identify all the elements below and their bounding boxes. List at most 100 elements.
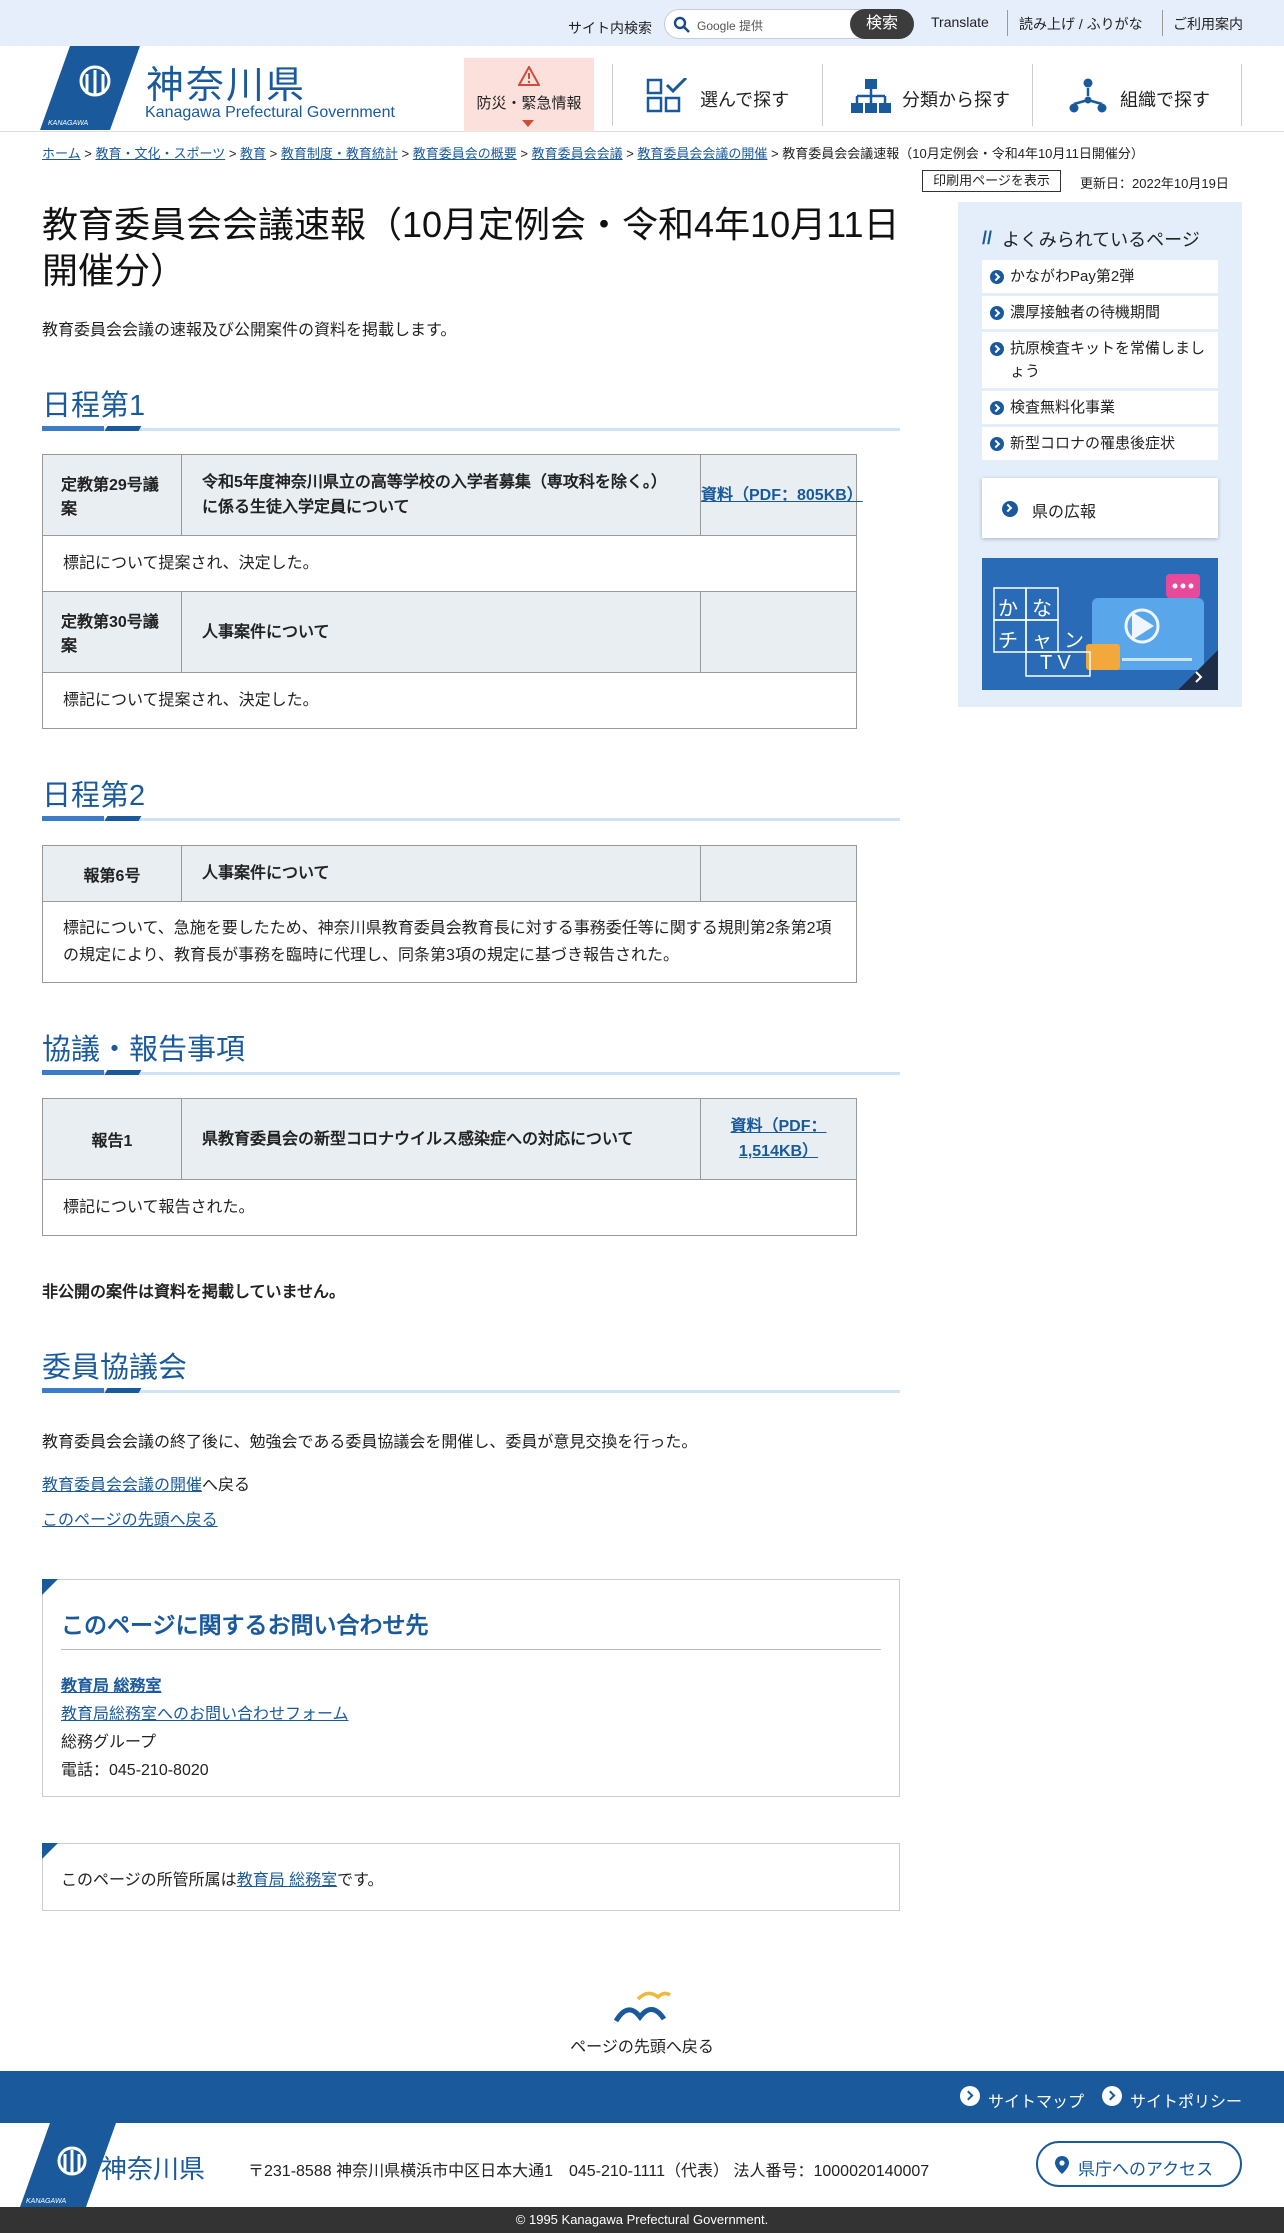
kanagawa-logo-icon[interactable]: KANAGAWA bbox=[40, 46, 140, 130]
sidebar: // よくみられているページ かながわPay第2弾 濃厚接触者の待機期間 抗原検… bbox=[958, 202, 1242, 707]
table-row: 定教第29号議案 令和5年度神奈川県立の高等学校の入学者募集（専攻科を除く。）に… bbox=[42, 454, 863, 536]
back-to-top-button[interactable]: ページの先頭へ戻る bbox=[0, 1985, 1284, 2056]
chevron-right-icon bbox=[1002, 501, 1018, 517]
utility-bar: サイト内検索 Google 提供 検索 Translate 読み上げ / ふりが… bbox=[0, 0, 1284, 46]
translate-link[interactable]: Translate bbox=[931, 14, 989, 30]
table-row: 標記について提案され、決定した。 bbox=[42, 672, 857, 729]
copyright: © 1995 Kanagawa Prefectural Government. bbox=[0, 2207, 1284, 2233]
owner-department-link[interactable]: 教育局 総務室 bbox=[237, 1872, 337, 1889]
pdf-document-link[interactable]: 資料（PDF：1,514KB） bbox=[730, 1118, 826, 1160]
print-page-button[interactable]: 印刷用ページを表示 bbox=[922, 170, 1061, 192]
footer-address: 〒231-8588 神奈川県横浜市中区日本大通1 045-210-1111（代表… bbox=[248, 2163, 930, 2180]
owner-suffix: です。 bbox=[337, 1872, 384, 1889]
back-suffix: へ戻る bbox=[202, 1477, 251, 1494]
divider bbox=[1007, 10, 1008, 36]
agenda-result: 標記について報告された。 bbox=[42, 1179, 857, 1236]
agenda-table-schedule-2: 報第6号 人事案件について 標記について、急施を要したため、神奈川県教育委員会教… bbox=[42, 845, 857, 983]
usage-guide-link[interactable]: ご利用案内 bbox=[1173, 14, 1243, 34]
agenda-document-cell bbox=[700, 591, 857, 673]
hierarchy-icon bbox=[851, 79, 891, 113]
nav-select-search[interactable]: 選んで探す bbox=[640, 66, 812, 128]
corner-accent bbox=[42, 1843, 58, 1859]
table-row: 標記について提案され、決定した。 bbox=[42, 535, 857, 592]
popular-item[interactable]: 濃厚接触者の待機期間 bbox=[982, 296, 1218, 329]
prefectural-office-access-button[interactable]: 県庁へのアクセス bbox=[1036, 2141, 1242, 2187]
contact-form-link[interactable]: 教育局総務室へのお問い合わせフォーム bbox=[61, 1700, 349, 1724]
popular-item-label: 新型コロナの罹患後症状 bbox=[1010, 435, 1176, 452]
section-rule bbox=[42, 815, 900, 823]
emergency-info-button[interactable]: 防災・緊急情報 bbox=[464, 58, 594, 132]
banner-char: T V bbox=[1040, 652, 1071, 674]
meeting-schedule-link[interactable]: 教育委員会会議の開催 bbox=[42, 1477, 202, 1494]
popular-item[interactable]: 抗原検査キットを常備しましょう bbox=[982, 332, 1218, 388]
back-to-top-label: ページの先頭へ戻る bbox=[570, 2039, 714, 2056]
divider bbox=[822, 64, 823, 126]
popular-item[interactable]: かながわPay第2弾 bbox=[982, 260, 1218, 293]
dropdown-caret-icon bbox=[522, 120, 534, 127]
popular-item-label: 検査無料化事業 bbox=[1010, 399, 1116, 416]
chevron-right-icon bbox=[990, 437, 1004, 451]
table-row: 報第6号 人事案件について bbox=[42, 845, 857, 902]
sitemap-link[interactable]: サイトマップ bbox=[988, 2088, 1084, 2112]
back-to-meeting: 教育委員会会議の開催へ戻る bbox=[42, 1471, 250, 1495]
agenda-document-cell bbox=[700, 845, 857, 902]
table-row: 定教第30号議案 人事案件について bbox=[42, 591, 857, 673]
footer-main: KANAGAWA 神奈川県 〒231-8588 神奈川県横浜市中区日本大通1 0… bbox=[0, 2123, 1284, 2207]
section-rule bbox=[42, 425, 900, 433]
updated-date: 更新日：2022年10月19日 bbox=[1080, 176, 1229, 191]
committee-council-text: 教育委員会会議の終了後に、勉強会である委員協議会を開催し、委員が意見交換を行った… bbox=[42, 1434, 698, 1451]
divider bbox=[61, 1649, 881, 1650]
breadcrumb-board-meeting[interactable]: 教育委員会会議 bbox=[532, 146, 623, 161]
divider bbox=[1162, 10, 1163, 36]
breadcrumb-education-system[interactable]: 教育制度・教育統計 bbox=[281, 146, 398, 161]
popular-item[interactable]: 新型コロナの罹患後症状 bbox=[982, 427, 1218, 460]
footer-logo-text: 神奈川県 bbox=[101, 2154, 206, 2184]
agenda-number: 報第6号 bbox=[42, 845, 182, 902]
chevron-right-icon bbox=[990, 270, 1004, 284]
nav-category-search-label: 分類から探す bbox=[902, 90, 1010, 110]
agenda-number: 定教第29号議案 bbox=[42, 454, 182, 536]
site-policy-link[interactable]: サイトポリシー bbox=[1130, 2088, 1242, 2112]
breadcrumb-home[interactable]: ホーム bbox=[42, 146, 81, 161]
divider bbox=[612, 64, 613, 126]
banner-char: ン bbox=[1064, 630, 1084, 652]
contact-department-link[interactable]: 教育局 総務室 bbox=[61, 1672, 161, 1696]
seagull-icon bbox=[613, 1991, 671, 2023]
breadcrumb-board-overview[interactable]: 教育委員会の概要 bbox=[413, 146, 517, 161]
site-search-label: サイト内検索 bbox=[568, 20, 652, 36]
nav-category-search[interactable]: 分類から探す bbox=[846, 66, 1026, 128]
lead-text: 教育委員会会議の速報及び公開案件の資料を掲載します。 bbox=[42, 322, 457, 339]
owner-box: このページの所管所属は教育局 総務室です。 bbox=[42, 1843, 900, 1911]
breadcrumb: ホーム > 教育・文化・スポーツ > 教育 > 教育制度・教育統計 > 教育委員… bbox=[42, 146, 1144, 161]
banner-char: チ bbox=[998, 630, 1018, 652]
breadcrumb-meeting-schedule[interactable]: 教育委員会会議の開催 bbox=[637, 146, 767, 161]
prefecture-pr-button[interactable]: 県の広報 bbox=[982, 478, 1218, 538]
kanachan-tv-banner[interactable]: か な チ ャ ン T V bbox=[982, 558, 1218, 690]
agenda-result: 標記について、急施を要したため、神奈川県教育委員会教育長に対する事務委任等に関す… bbox=[42, 901, 857, 983]
agenda-title: 県教育委員会の新型コロナウイルス感染症への対応について bbox=[181, 1098, 701, 1180]
popular-item-label: 濃厚接触者の待機期間 bbox=[1010, 304, 1161, 321]
reading-furigana-link[interactable]: 読み上げ / ふりがな bbox=[1019, 14, 1143, 34]
banner-char: な bbox=[1032, 598, 1052, 620]
breadcrumb-education-culture-sports[interactable]: 教育・文化・スポーツ bbox=[95, 146, 225, 161]
checklist-icon bbox=[646, 78, 688, 113]
search-button[interactable]: 検索 bbox=[850, 9, 914, 39]
back-to-top-paragraph: このページの先頭へ戻る bbox=[42, 1506, 218, 1530]
logo-text[interactable]: 神奈川県 bbox=[146, 54, 306, 109]
agenda-result: 標記について提案され、決定した。 bbox=[42, 535, 857, 592]
footer-link-bar: サイトマップ サイトポリシー bbox=[0, 2071, 1284, 2123]
nav-organization-search[interactable]: 組織で探す bbox=[1064, 66, 1234, 128]
divider bbox=[1241, 64, 1242, 126]
breadcrumb-education[interactable]: 教育 bbox=[240, 146, 266, 161]
owner-prefix: このページの所管所属は bbox=[61, 1872, 237, 1889]
agenda-number: 定教第30号議案 bbox=[42, 591, 182, 673]
page-top-link[interactable]: このページの先頭へ戻る bbox=[42, 1512, 218, 1529]
emergency-info-label: 防災・緊急情報 bbox=[476, 95, 582, 112]
breadcrumb-current: 教育委員会会議速報（10月定例会・令和4年10月11日開催分） bbox=[782, 146, 1144, 161]
pdf-document-link[interactable]: 資料（PDF：805KB） bbox=[701, 487, 863, 504]
svg-text:KANAGAWA: KANAGAWA bbox=[48, 120, 89, 127]
map-pin-icon bbox=[1055, 2156, 1069, 2174]
corner-accent bbox=[42, 1579, 58, 1595]
logo-english: Kanagawa Prefectural Government bbox=[145, 104, 395, 121]
popular-item[interactable]: 検査無料化事業 bbox=[982, 391, 1218, 424]
